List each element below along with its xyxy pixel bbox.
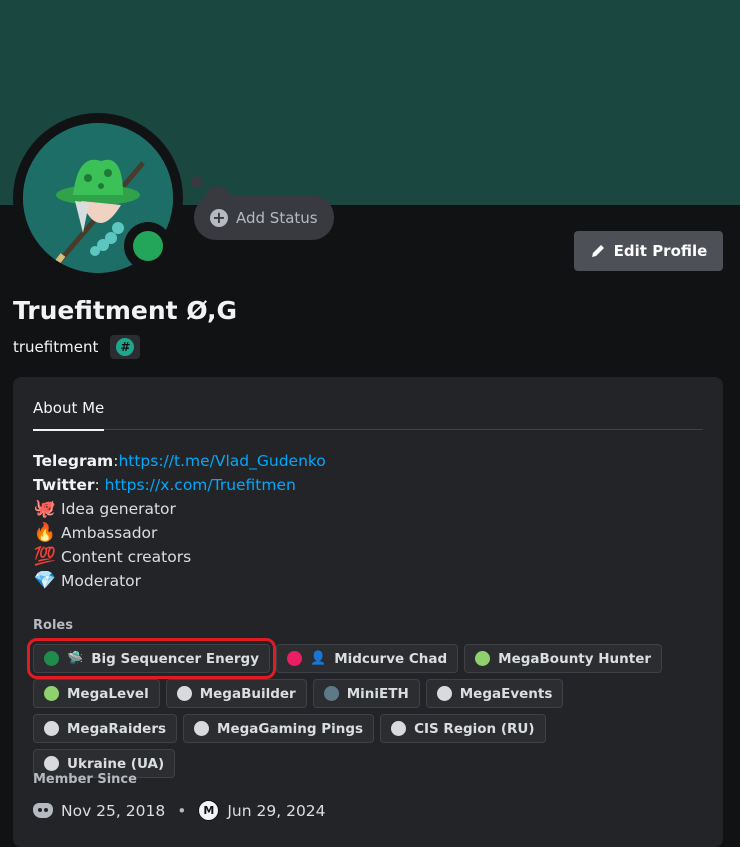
role-color-dot-icon[interactable] (287, 651, 303, 666)
role-color-dot-icon[interactable] (475, 651, 491, 666)
hashtag-badge[interactable]: # (110, 335, 141, 359)
role-label: MegaBuilder (199, 685, 296, 702)
role-color-dot-icon[interactable] (44, 756, 59, 771)
octopus-emoji-icon: 🐙 (33, 498, 57, 519)
tab-about-me[interactable]: About Me (33, 399, 105, 431)
about-line: 💯 Content creators (33, 545, 326, 569)
role-pill[interactable]: MegaBuilder (165, 679, 307, 708)
role-pill[interactable]: 🛸 Big Sequencer Energy (26, 638, 277, 679)
role-label: MegaLevel (67, 685, 149, 702)
server-icon[interactable]: M (198, 800, 220, 821)
fire-emoji-icon: 🔥 (33, 522, 57, 543)
member-since-row: Nov 25, 2018 • M Jun 29, 2024 (33, 800, 326, 821)
plus-circle-icon: + (210, 208, 228, 227)
pencil-icon (591, 245, 604, 257)
add-status-button[interactable]: + Add Status (194, 195, 334, 240)
role-pill[interactable]: MegaEvents (425, 679, 564, 708)
role-color-dot-icon[interactable] (44, 721, 59, 736)
edit-profile-button[interactable]: Edit Profile (574, 231, 723, 271)
about-line: 🔥 Ambassador (33, 521, 326, 545)
telegram-label: Telegram (33, 452, 114, 470)
role-label: Midcurve Chad (334, 650, 448, 667)
role-pill[interactable]: CIS Region (RU) (380, 714, 546, 743)
role-pill[interactable]: 👤 Midcurve Chad (276, 644, 459, 673)
online-status-icon (133, 231, 163, 261)
twitter-separator: : (94, 476, 105, 494)
role-pill[interactable]: MegaGaming Pings (183, 714, 375, 743)
role-color-dot-icon[interactable] (44, 686, 59, 701)
about-line: 🐙 Idea generator (33, 497, 326, 521)
role-color-dot-icon[interactable] (44, 651, 59, 666)
server-join-date: Jun 29, 2024 (227, 801, 326, 820)
add-status-label: Add Status (236, 208, 318, 227)
role-pill[interactable]: MegaRaiders (33, 714, 178, 743)
role-emoji-icon: 👤 (310, 651, 327, 666)
role-label: MegaEvents (459, 685, 553, 702)
role-pill[interactable]: MiniETH (312, 679, 420, 708)
date-separator: • (177, 801, 187, 820)
twitter-line: Twitter : https://x.com/Truefitmen (33, 473, 326, 497)
role-label: Ukraine (UA) (67, 755, 165, 772)
about-me-section: Telegram : https://t.me/Vlad_Gudenko Twi… (33, 449, 326, 593)
edit-profile-label: Edit Profile (613, 242, 708, 260)
hundred-emoji-icon: 💯 (33, 546, 57, 567)
status-bubble-dot (191, 176, 203, 188)
tab-bar: About Me (33, 377, 703, 431)
roles-title: Roles (33, 618, 73, 633)
roles-list: 🛸 Big Sequencer Energy 👤 Midcurve Chad MegaB… (26, 638, 683, 778)
role-label: CIS Region (RU) (414, 720, 535, 737)
role-color-dot-icon[interactable] (194, 721, 210, 736)
telegram-link[interactable]: https://t.me/Vlad_Gudenko (118, 449, 325, 473)
discord-join-date: Nov 25, 2018 (61, 801, 166, 820)
display-name: Truefitment Ø,G (13, 296, 238, 325)
about-line: 💎 Moderator (33, 569, 326, 593)
role-color-dot-icon[interactable] (176, 686, 192, 701)
role-label: MegaRaiders (67, 720, 167, 737)
telegram-line: Telegram : https://t.me/Vlad_Gudenko (33, 449, 326, 473)
about-line-text: Ambassador (61, 524, 158, 542)
role-color-dot-icon[interactable] (391, 721, 407, 736)
member-since-title: Member Since (33, 772, 137, 787)
about-line-text: Content creators (61, 548, 192, 566)
role-color-dot-icon[interactable] (436, 686, 452, 701)
about-line-text: Moderator (61, 572, 142, 590)
about-line-text: Idea generator (61, 500, 176, 518)
role-label: MegaGaming Pings (217, 720, 364, 737)
role-label: MegaBounty Hunter (498, 650, 652, 667)
username: truefitment (13, 338, 99, 356)
discord-logo-icon (33, 803, 53, 818)
role-label: MiniETH (346, 685, 409, 702)
role-label: Big Sequencer Energy (91, 650, 260, 667)
role-color-dot-icon[interactable] (323, 686, 339, 701)
username-row: truefitment # (13, 335, 141, 359)
twitter-label: Twitter (33, 476, 95, 494)
role-pill[interactable]: MegaLevel (33, 679, 160, 708)
role-pill[interactable]: MegaBounty Hunter (464, 644, 663, 673)
hashtag-icon: # (116, 338, 135, 356)
role-emoji-icon: 🛸 (67, 651, 84, 666)
gem-emoji-icon: 💎 (33, 570, 57, 591)
twitter-link[interactable]: https://x.com/Truefitmen (105, 473, 296, 497)
profile-card: About Me Telegram : https://t.me/Vlad_Gu… (13, 377, 723, 847)
